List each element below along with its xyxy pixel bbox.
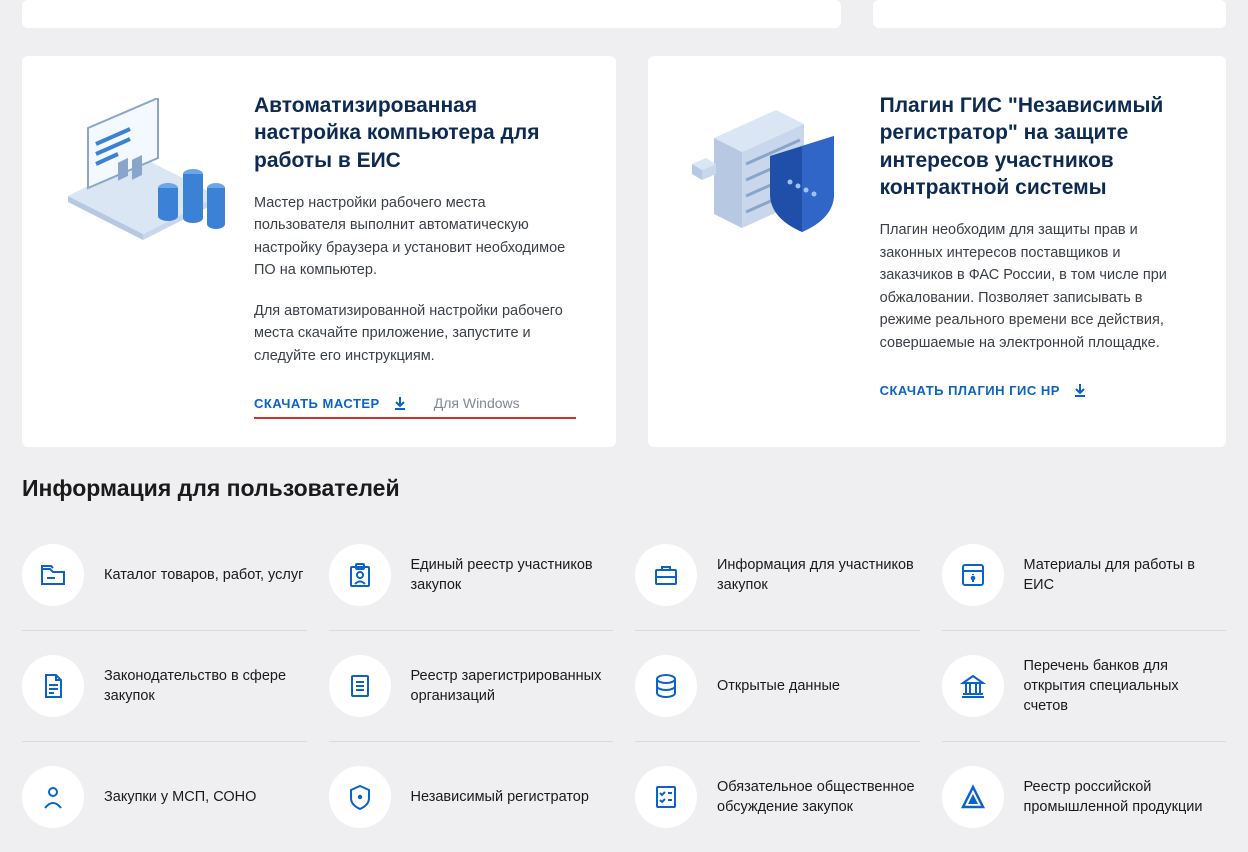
card-body-left: Автоматизированная настройка компьютера … <box>254 92 580 411</box>
info-label: Материалы для работы в ЕИС <box>1024 555 1227 596</box>
briefcase-icon <box>635 544 697 606</box>
info-box-icon <box>942 544 1004 606</box>
triangle-a-icon <box>942 766 1004 828</box>
info-item-banks[interactable]: Перечень банков для открытия специальных… <box>942 631 1227 742</box>
info-item-materials[interactable]: Материалы для работы в ЕИС <box>942 520 1227 631</box>
download-icon <box>392 395 408 411</box>
download-row-left: СКАЧАТЬ МАСТЕР Для Windows <box>254 395 580 411</box>
download-master-link[interactable]: СКАЧАТЬ МАСТЕР <box>254 395 408 411</box>
card-text-2: Для автоматизированной настройки рабочег… <box>254 300 580 367</box>
card-title-auto-setup: Автоматизированная настройка компьютера … <box>254 92 580 174</box>
download-master-label: СКАЧАТЬ МАСТЕР <box>254 396 380 411</box>
info-item-industrial-registry[interactable]: Реестр российской промышленной продукции <box>942 742 1227 852</box>
download-hint-windows: Для Windows <box>434 395 520 411</box>
download-plugin-label: СКАЧАТЬ ПЛАГИН ГИС НР <box>880 383 1060 398</box>
shield-icon <box>329 766 391 828</box>
info-grid: Каталог товаров, работ, услуг Единый рее… <box>0 520 1248 852</box>
info-item-msp[interactable]: Закупки у МСП, СОНО <box>22 742 307 852</box>
card-body-right: Плагин ГИС "Независимый регистратор" на … <box>880 92 1190 411</box>
download-plugin-link[interactable]: СКАЧАТЬ ПЛАГИН ГИС НР <box>880 382 1088 398</box>
id-badge-icon <box>329 544 391 606</box>
info-label: Законодательство в сфере закупок <box>104 666 307 707</box>
person-icon <box>22 766 84 828</box>
info-label: Открытые данные <box>717 676 840 696</box>
stub-card-left <box>22 0 841 28</box>
download-icon <box>1072 382 1088 398</box>
top-stub-row <box>0 0 1248 28</box>
card-text-1: Мастер настройки рабочего места пользова… <box>254 192 580 282</box>
stub-card-right <box>873 0 1226 28</box>
info-label: Независимый регистратор <box>411 787 589 807</box>
info-item-catalog[interactable]: Каталог товаров, работ, услуг <box>22 520 307 631</box>
info-label: Закупки у МСП, СОНО <box>104 787 256 807</box>
database-icon <box>635 655 697 717</box>
document-list-icon <box>329 655 391 717</box>
folder-icon <box>22 544 84 606</box>
info-item-participants-info[interactable]: Информация для участников закупок <box>635 520 920 631</box>
info-label: Реестр зарегистрированных организаций <box>411 666 614 707</box>
download-row-right: СКАЧАТЬ ПЛАГИН ГИС НР <box>880 382 1190 398</box>
bank-icon <box>942 655 1004 717</box>
info-label: Каталог товаров, работ, услуг <box>104 565 303 585</box>
section-title-user-info: Информация для пользователей <box>0 447 1248 520</box>
info-label: Единый реестр участников закупок <box>411 555 614 596</box>
info-label: Обязательное общественное обсуждение зак… <box>717 777 920 818</box>
info-label: Перечень банков для открытия специальных… <box>1024 656 1227 717</box>
info-item-participants-registry[interactable]: Единый реестр участников закупок <box>329 520 614 631</box>
card-title-plugin: Плагин ГИС "Независимый регистратор" на … <box>880 92 1190 201</box>
illustration-server-shield <box>684 92 854 411</box>
feature-cards-row: Автоматизированная настройка компьютера … <box>0 56 1248 447</box>
info-item-legislation[interactable]: Законодательство в сфере закупок <box>22 631 307 742</box>
card-text-plugin: Плагин необходим для защиты прав и закон… <box>880 219 1190 354</box>
info-item-registrar[interactable]: Независимый регистратор <box>329 742 614 852</box>
info-item-public-discussion[interactable]: Обязательное общественное обсуждение зак… <box>635 742 920 852</box>
card-plugin-gis: Плагин ГИС "Независимый регистратор" на … <box>648 56 1226 447</box>
document-icon <box>22 655 84 717</box>
info-label: Реестр российской промышленной продукции <box>1024 777 1227 818</box>
info-label: Информация для участников закупок <box>717 555 920 596</box>
info-item-open-data[interactable]: Открытые данные <box>635 631 920 742</box>
illustration-laptop-charts <box>58 92 228 411</box>
card-auto-setup: Автоматизированная настройка компьютера … <box>22 56 616 447</box>
info-item-org-registry[interactable]: Реестр зарегистрированных организаций <box>329 631 614 742</box>
checklist-icon <box>635 766 697 828</box>
